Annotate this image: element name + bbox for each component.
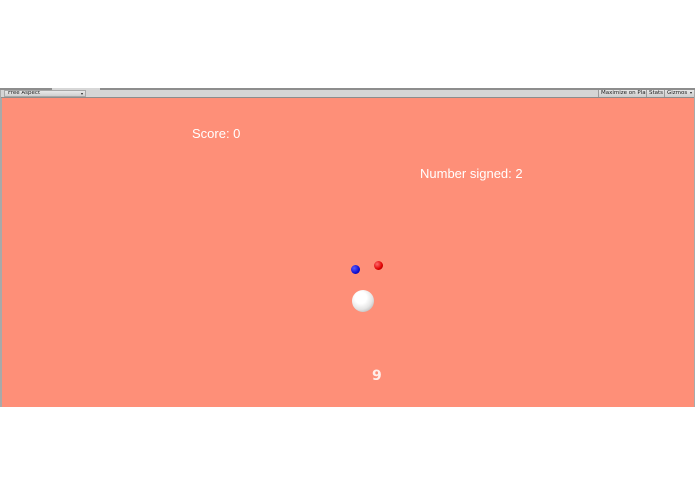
gizmos-dropdown[interactable]: Gizmos ▾ [664, 90, 694, 97]
aspect-ratio-dropdown[interactable]: Free Aspect ▾ [4, 90, 86, 97]
score-text: Score: 0 [192, 126, 241, 141]
stats-label: Stats [649, 90, 664, 96]
aspect-ratio-label: Free Aspect [8, 90, 41, 96]
maximize-on-play-button[interactable]: Maximize on Play [598, 90, 649, 97]
game-view-toolbar: Free Aspect ▾ Maximize on Play Stats Giz… [1, 90, 694, 98]
center-digit: 9 [372, 368, 382, 384]
stats-button[interactable]: Stats [646, 90, 664, 97]
chevron-down-icon: ▾ [690, 90, 693, 95]
game-view-window: Free Aspect ▾ Maximize on Play Stats Giz… [0, 88, 695, 407]
red-ball [374, 261, 383, 270]
gizmos-label: Gizmos [667, 90, 688, 96]
chevron-down-icon: ▾ [80, 91, 83, 96]
blue-ball [351, 265, 360, 274]
number-signed-text: Number signed: 2 [420, 166, 523, 181]
white-ball [352, 290, 374, 312]
maximize-on-play-label: Maximize on Play [601, 90, 649, 96]
game-canvas[interactable]: Score: 0 Number signed: 2 9 [2, 98, 694, 407]
